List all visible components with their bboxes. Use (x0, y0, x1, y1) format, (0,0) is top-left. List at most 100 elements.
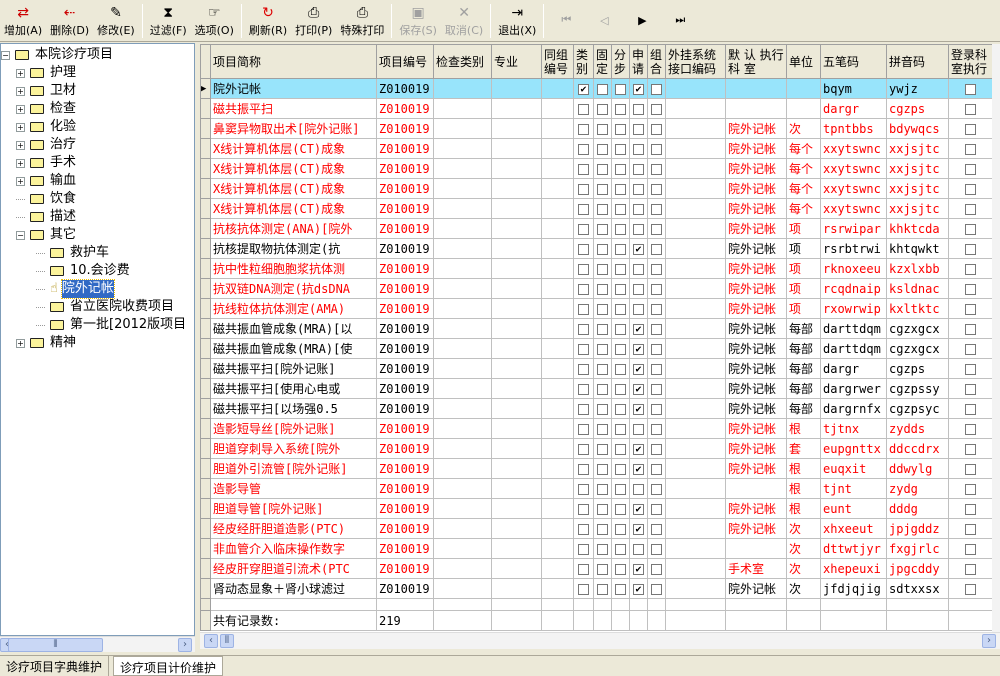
category-checkbox[interactable] (578, 463, 589, 475)
item-name-cell[interactable]: 磁共振平扫 (210, 98, 377, 119)
specialty-cell[interactable] (491, 418, 542, 439)
login-dept-exec-checkbox[interactable] (965, 83, 976, 95)
item-name-cell[interactable]: 抗核提取物抗体测定(抗 (210, 238, 377, 259)
exam-category-cell[interactable] (433, 118, 492, 139)
item-name-cell[interactable]: 磁共振平扫[使用心电或 (210, 378, 377, 399)
item-code-cell[interactable]: Z010019 (376, 358, 434, 379)
interface-code-cell[interactable] (665, 78, 726, 99)
grid-horizontal-scrollbar[interactable]: ‹ ⦀ › (200, 632, 1000, 649)
step-checkbox[interactable] (615, 183, 626, 195)
fixed-checkbox[interactable] (597, 543, 608, 555)
login-dept-exec-checkbox[interactable] (965, 583, 976, 595)
interface-code-cell[interactable] (665, 138, 726, 159)
item-code-cell[interactable]: Z010019 (376, 538, 434, 559)
wubi-code-cell[interactable]: rcqdnaip (820, 278, 887, 299)
group-code-cell[interactable] (541, 538, 574, 559)
pinyin-code-cell[interactable]: zydds (886, 418, 949, 439)
table-row[interactable]: 抗双链DNA测定(抗dsDNA Z010019 院外记帐项 rcqdnaip ksldn… (200, 278, 992, 299)
column-header[interactable]: 组合 (647, 44, 666, 79)
fixed-checkbox[interactable] (597, 283, 608, 295)
exam-category-cell[interactable] (433, 578, 492, 599)
step-checkbox[interactable] (615, 563, 626, 575)
row-indicator[interactable] (200, 198, 211, 219)
item-name-cell[interactable]: 抗中性粒细胞胞浆抗体测 (210, 258, 377, 279)
interface-code-cell[interactable] (665, 558, 726, 579)
table-row[interactable]: 经皮经肝胆道造影(PTC) Z010019 ✔ 院外记帐次 xhxeeut jpjgddz (200, 518, 992, 539)
fixed-checkbox[interactable] (597, 223, 608, 235)
toolbar-button-3[interactable]: ⧗ 过滤(F) (146, 2, 191, 38)
exam-category-cell[interactable] (433, 158, 492, 179)
fixed-checkbox[interactable] (597, 163, 608, 175)
interface-code-cell[interactable] (665, 438, 726, 459)
interface-code-cell[interactable] (665, 398, 726, 419)
column-header[interactable]: 分步 (611, 44, 630, 79)
exam-category-cell[interactable] (433, 558, 492, 579)
column-header[interactable]: 登录科室执行 (948, 44, 992, 79)
exam-category-cell[interactable] (433, 538, 492, 559)
unit-cell[interactable]: 每部 (786, 318, 821, 339)
column-header[interactable]: 同组编号 (541, 44, 574, 79)
column-header[interactable]: 检查类别 (433, 44, 492, 79)
combo-checkbox[interactable] (651, 483, 662, 495)
apply-checkbox[interactable]: ✔ (633, 583, 644, 595)
login-dept-exec-checkbox[interactable] (965, 183, 976, 195)
unit-cell[interactable]: 项 (786, 258, 821, 279)
fixed-checkbox[interactable] (597, 303, 608, 315)
category-checkbox[interactable]: ✔ (578, 83, 589, 95)
category-checkbox[interactable] (578, 163, 589, 175)
item-code-cell[interactable]: Z010019 (376, 178, 434, 199)
group-code-cell[interactable] (541, 98, 574, 119)
item-name-cell[interactable]: X线计算机体层(CT)成象 (210, 198, 377, 219)
pinyin-code-cell[interactable]: khktcda (886, 218, 949, 239)
specialty-cell[interactable] (491, 538, 542, 559)
unit-cell[interactable]: 次 (786, 558, 821, 579)
item-name-cell[interactable]: 磁共振平扫[院外记账] (210, 358, 377, 379)
item-code-cell[interactable]: Z010019 (376, 78, 434, 99)
group-code-cell[interactable] (541, 78, 574, 99)
default-dept-cell[interactable]: 院外记帐 (725, 218, 787, 239)
wubi-code-cell[interactable]: xhepeuxi (820, 558, 887, 579)
toolbar-button-6[interactable]: ⎙ 打印(P) (291, 2, 336, 38)
scroll-left-icon[interactable]: ‹ (204, 634, 218, 648)
expand-icon[interactable]: + (16, 176, 25, 186)
step-checkbox[interactable] (615, 503, 626, 515)
apply-checkbox[interactable]: ✔ (633, 83, 644, 95)
unit-cell[interactable]: 每部 (786, 398, 821, 419)
combo-checkbox[interactable] (651, 103, 662, 115)
table-row[interactable]: X线计算机体层(CT)成象 Z010019 院外记帐 每个 xxytswnc xxjsjt… (200, 178, 992, 199)
item-name-cell[interactable]: 院外记帐 (210, 78, 377, 99)
category-checkbox[interactable] (578, 483, 589, 495)
column-header[interactable]: 默 认 执行 科 室 (725, 44, 787, 79)
group-code-cell[interactable] (541, 198, 574, 219)
item-code-cell[interactable]: Z010019 (376, 118, 434, 139)
fixed-checkbox[interactable] (597, 363, 608, 375)
exam-category-cell[interactable] (433, 178, 492, 199)
fixed-checkbox[interactable] (597, 323, 608, 335)
pinyin-code-cell[interactable]: kzxlxbb (886, 258, 949, 279)
last-record-icon[interactable]: ⏭ (661, 2, 699, 38)
tree-item[interactable]: + 化验 (16, 118, 76, 136)
interface-code-cell[interactable] (665, 278, 726, 299)
interface-code-cell[interactable] (665, 98, 726, 119)
row-indicator[interactable] (200, 578, 211, 599)
default-dept-cell[interactable] (725, 538, 787, 559)
fixed-checkbox[interactable] (597, 523, 608, 535)
item-code-cell[interactable]: Z010019 (376, 258, 434, 279)
login-dept-exec-checkbox[interactable] (965, 483, 976, 495)
wubi-code-cell[interactable]: darttdqm (820, 318, 887, 339)
step-checkbox[interactable] (615, 523, 626, 535)
apply-checkbox[interactable]: ✔ (633, 523, 644, 535)
exam-category-cell[interactable] (433, 358, 492, 379)
tab-0[interactable]: 诊疗项目字典维护 (0, 656, 110, 676)
specialty-cell[interactable] (491, 178, 542, 199)
apply-checkbox[interactable] (633, 123, 644, 135)
row-indicator[interactable] (200, 358, 211, 379)
specialty-cell[interactable] (491, 518, 542, 539)
next-record-icon[interactable]: ▶ (623, 2, 661, 38)
login-dept-exec-checkbox[interactable] (965, 343, 976, 355)
category-checkbox[interactable] (578, 283, 589, 295)
group-code-cell[interactable] (541, 358, 574, 379)
row-indicator[interactable] (200, 378, 211, 399)
login-dept-exec-checkbox[interactable] (965, 143, 976, 155)
toolbar-button-0[interactable]: ⇄ 增加(A) (0, 2, 46, 38)
